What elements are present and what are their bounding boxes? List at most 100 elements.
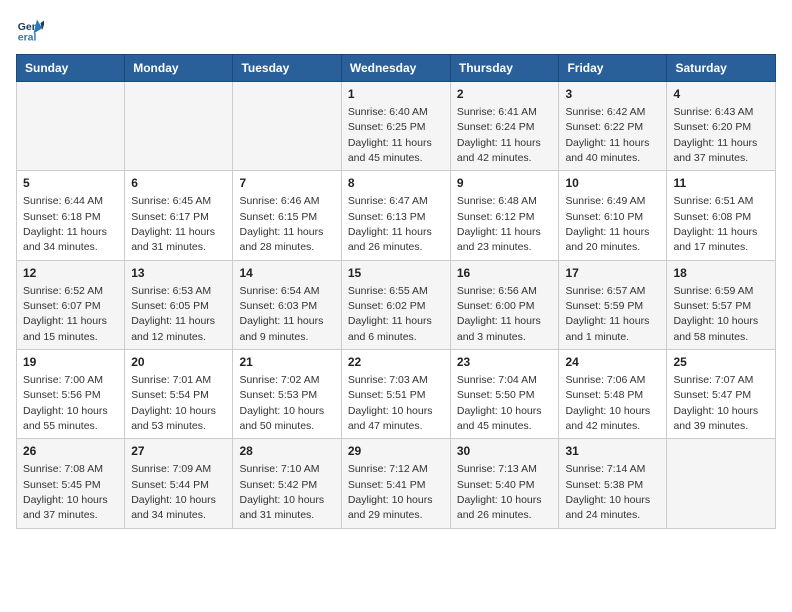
calendar-cell: 11 Sunrise: 6:51 AM Sunset: 6:08 PM Dayli… [667, 171, 776, 260]
day-info: Sunrise: 7:12 AM Sunset: 5:41 PM Dayligh… [348, 463, 433, 521]
day-info: Sunrise: 7:02 AM Sunset: 5:53 PM Dayligh… [239, 374, 324, 432]
day-number: 11 [673, 175, 769, 192]
calendar-week-row: 1 Sunrise: 6:40 AM Sunset: 6:25 PM Daylig… [17, 82, 776, 171]
calendar-cell: 14 Sunrise: 6:54 AM Sunset: 6:03 PM Dayli… [233, 260, 341, 349]
calendar-cell: 3 Sunrise: 6:42 AM Sunset: 6:22 PM Daylig… [559, 82, 667, 171]
calendar-cell: 22Sunrise: 7:03 AM Sunset: 5:51 PM Dayli… [341, 350, 450, 439]
day-number: 21 [239, 354, 334, 371]
calendar-cell [125, 82, 233, 171]
day-number: 28 [239, 443, 334, 460]
calendar-cell: 19 Sunrise: 7:00 AM Sunset: 5:56 PM Dayli… [17, 350, 125, 439]
day-info: Sunrise: 7:10 AM Sunset: 5:42 PM Dayligh… [239, 463, 324, 521]
day-info: Sunrise: 6:56 AM Sunset: 6:00 PM Dayligh… [457, 285, 541, 343]
day-info: Sunrise: 6:52 AM Sunset: 6:07 PM Dayligh… [23, 285, 107, 343]
day-info: Sunrise: 6:55 AM Sunset: 6:02 PM Dayligh… [348, 285, 432, 343]
calendar-cell: 1 Sunrise: 6:40 AM Sunset: 6:25 PM Daylig… [341, 82, 450, 171]
day-info: Sunrise: 6:48 AM Sunset: 6:12 PM Dayligh… [457, 195, 541, 253]
day-number: 19 [23, 354, 118, 371]
calendar-cell: 16Sunrise: 6:56 AM Sunset: 6:00 PM Dayli… [450, 260, 559, 349]
weekday-header: Saturday [667, 55, 776, 82]
calendar-week-row: 12Sunrise: 6:52 AM Sunset: 6:07 PM Dayli… [17, 260, 776, 349]
calendar-cell: 5 Sunrise: 6:44 AM Sunset: 6:18 PM Daylig… [17, 171, 125, 260]
calendar-cell: 8 Sunrise: 6:47 AM Sunset: 6:13 PM Daylig… [341, 171, 450, 260]
day-number: 20 [131, 354, 226, 371]
calendar-cell: 4 Sunrise: 6:43 AM Sunset: 6:20 PM Daylig… [667, 82, 776, 171]
calendar-cell [17, 82, 125, 171]
calendar-cell: 18Sunrise: 6:59 AM Sunset: 5:57 PM Dayli… [667, 260, 776, 349]
day-number: 14 [239, 265, 334, 282]
day-info: Sunrise: 6:40 AM Sunset: 6:25 PM Dayligh… [348, 106, 432, 164]
day-info: Sunrise: 6:57 AM Sunset: 5:59 PM Dayligh… [565, 285, 649, 343]
day-number: 31 [565, 443, 660, 460]
day-number: 17 [565, 265, 660, 282]
day-info: Sunrise: 7:04 AM Sunset: 5:50 PM Dayligh… [457, 374, 542, 432]
day-number: 5 [23, 175, 118, 192]
day-info: Sunrise: 6:49 AM Sunset: 6:10 PM Dayligh… [565, 195, 649, 253]
day-number: 25 [673, 354, 769, 371]
day-number: 15 [348, 265, 444, 282]
day-info: Sunrise: 7:08 AM Sunset: 5:45 PM Dayligh… [23, 463, 108, 521]
calendar-week-row: 19 Sunrise: 7:00 AM Sunset: 5:56 PM Dayli… [17, 350, 776, 439]
calendar-cell: 31 Sunrise: 7:14 AM Sunset: 5:38 PM Dayli… [559, 439, 667, 528]
weekday-header: Monday [125, 55, 233, 82]
day-info: Sunrise: 6:41 AM Sunset: 6:24 PM Dayligh… [457, 106, 541, 164]
weekday-header: Friday [559, 55, 667, 82]
day-info: Sunrise: 6:46 AM Sunset: 6:15 PM Dayligh… [239, 195, 323, 253]
day-number: 29 [348, 443, 444, 460]
calendar-cell [667, 439, 776, 528]
day-number: 27 [131, 443, 226, 460]
day-number: 26 [23, 443, 118, 460]
logo: Gen eral [16, 16, 48, 44]
calendar-cell: 15 Sunrise: 6:55 AM Sunset: 6:02 PM Dayli… [341, 260, 450, 349]
day-number: 23 [457, 354, 553, 371]
calendar-cell: 7 Sunrise: 6:46 AM Sunset: 6:15 PM Daylig… [233, 171, 341, 260]
calendar-cell: 28 Sunrise: 7:10 AM Sunset: 5:42 PM Dayli… [233, 439, 341, 528]
day-number: 13 [131, 265, 226, 282]
day-info: Sunrise: 7:14 AM Sunset: 5:38 PM Dayligh… [565, 463, 650, 521]
day-info: Sunrise: 6:44 AM Sunset: 6:18 PM Dayligh… [23, 195, 107, 253]
calendar-cell: 13 Sunrise: 6:53 AM Sunset: 6:05 PM Dayli… [125, 260, 233, 349]
day-number: 6 [131, 175, 226, 192]
day-number: 30 [457, 443, 553, 460]
calendar-cell: 27Sunrise: 7:09 AM Sunset: 5:44 PM Dayli… [125, 439, 233, 528]
calendar-cell: 10 Sunrise: 6:49 AM Sunset: 6:10 PM Dayli… [559, 171, 667, 260]
day-info: Sunrise: 6:47 AM Sunset: 6:13 PM Dayligh… [348, 195, 432, 253]
day-info: Sunrise: 6:42 AM Sunset: 6:22 PM Dayligh… [565, 106, 649, 164]
calendar-cell: 2 Sunrise: 6:41 AM Sunset: 6:24 PM Daylig… [450, 82, 559, 171]
calendar-cell: 26 Sunrise: 7:08 AM Sunset: 5:45 PM Dayli… [17, 439, 125, 528]
weekday-header: Wednesday [341, 55, 450, 82]
day-info: Sunrise: 7:01 AM Sunset: 5:54 PM Dayligh… [131, 374, 216, 432]
day-number: 4 [673, 86, 769, 103]
day-info: Sunrise: 6:51 AM Sunset: 6:08 PM Dayligh… [673, 195, 757, 253]
calendar-week-row: 5 Sunrise: 6:44 AM Sunset: 6:18 PM Daylig… [17, 171, 776, 260]
day-number: 7 [239, 175, 334, 192]
calendar-cell: 12Sunrise: 6:52 AM Sunset: 6:07 PM Dayli… [17, 260, 125, 349]
day-number: 8 [348, 175, 444, 192]
page-header: Gen eral [16, 16, 776, 44]
calendar-cell: 9 Sunrise: 6:48 AM Sunset: 6:12 PM Daylig… [450, 171, 559, 260]
day-number: 3 [565, 86, 660, 103]
day-info: Sunrise: 6:53 AM Sunset: 6:05 PM Dayligh… [131, 285, 215, 343]
day-info: Sunrise: 7:07 AM Sunset: 5:47 PM Dayligh… [673, 374, 758, 432]
day-number: 22 [348, 354, 444, 371]
day-info: Sunrise: 7:06 AM Sunset: 5:48 PM Dayligh… [565, 374, 650, 432]
day-info: Sunrise: 6:43 AM Sunset: 6:20 PM Dayligh… [673, 106, 757, 164]
day-number: 9 [457, 175, 553, 192]
weekday-header-row: SundayMondayTuesdayWednesdayThursdayFrid… [17, 55, 776, 82]
calendar-table: SundayMondayTuesdayWednesdayThursdayFrid… [16, 54, 776, 529]
calendar-cell: 17 Sunrise: 6:57 AM Sunset: 5:59 PM Dayli… [559, 260, 667, 349]
day-number: 10 [565, 175, 660, 192]
calendar-cell: 25 Sunrise: 7:07 AM Sunset: 5:47 PM Dayli… [667, 350, 776, 439]
weekday-header: Thursday [450, 55, 559, 82]
day-info: Sunrise: 6:54 AM Sunset: 6:03 PM Dayligh… [239, 285, 323, 343]
day-info: Sunrise: 7:00 AM Sunset: 5:56 PM Dayligh… [23, 374, 108, 432]
day-number: 1 [348, 86, 444, 103]
calendar-cell: 30Sunrise: 7:13 AM Sunset: 5:40 PM Dayli… [450, 439, 559, 528]
day-number: 2 [457, 86, 553, 103]
calendar-cell: 6Sunrise: 6:45 AM Sunset: 6:17 PM Daylig… [125, 171, 233, 260]
calendar-cell: 20 Sunrise: 7:01 AM Sunset: 5:54 PM Dayli… [125, 350, 233, 439]
calendar-cell: 21 Sunrise: 7:02 AM Sunset: 5:53 PM Dayli… [233, 350, 341, 439]
calendar-cell: 29 Sunrise: 7:12 AM Sunset: 5:41 PM Dayli… [341, 439, 450, 528]
weekday-header: Tuesday [233, 55, 341, 82]
logo-icon: Gen eral [16, 16, 44, 44]
